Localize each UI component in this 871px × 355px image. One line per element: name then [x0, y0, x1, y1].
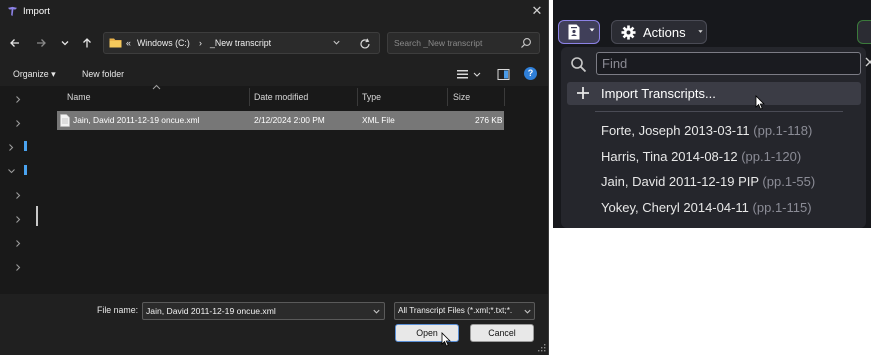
address-bar[interactable]: « Windows (C:) › _New transcript [103, 32, 380, 54]
mouse-cursor-icon [755, 95, 765, 110]
file-type-value: All Transcript Files (*.xml;*.txt;*. [398, 306, 513, 315]
file-type-select[interactable]: All Transcript Files (*.xml;*.txt;*. [394, 302, 535, 320]
nav-expand-chevron-icon[interactable] [14, 239, 22, 248]
screenshot: Import ✕ « Windows (C:) › _New transcrip… [0, 0, 871, 355]
address-folder[interactable]: _New transcript [210, 38, 271, 48]
transcript-item[interactable]: Harris, Tina 2014-08-12 (pp.1-120) [601, 149, 801, 164]
close-icon[interactable]: ✕ [529, 3, 545, 19]
column-header-type[interactable]: Type [362, 92, 381, 102]
app-logo-icon [7, 6, 18, 17]
mouse-cursor-icon [441, 332, 451, 347]
drive-icon [24, 141, 27, 151]
document-menu-button[interactable] [558, 20, 600, 44]
help-icon[interactable]: ? [524, 67, 537, 80]
nav-expand-chevron-icon[interactable] [14, 95, 22, 104]
nav-expand-chevron-icon[interactable] [14, 215, 22, 224]
column-divider[interactable] [249, 88, 250, 106]
import-transcripts-label: Import Transcripts... [601, 86, 716, 101]
search-placeholder: Search _New transcript [394, 38, 483, 48]
dialog-footer: File name: Jain, David 2011-12-19 oncue.… [0, 294, 548, 355]
column-divider[interactable] [447, 88, 448, 106]
transcript-name: Harris, Tina 2014-08-12 [601, 149, 738, 164]
column-divider[interactable] [357, 88, 358, 106]
transcript-pages: (pp.1-115) [752, 200, 812, 215]
folder-icon [109, 38, 122, 48]
drive-icon [24, 165, 27, 175]
transcript-item[interactable]: Jain, David 2011-12-19 PIP (pp.1-55) [601, 174, 815, 189]
sort-ascending-icon [152, 84, 161, 92]
transcript-name: Forte, Joseph 2013-03-11 [601, 123, 750, 138]
file-size: 276 KB [475, 115, 503, 125]
transcript-name: Yokey, Cheryl 2014-04-11 [601, 200, 749, 215]
file-name: Jain, David 2011-12-19 oncue.xml [73, 115, 200, 125]
title-bar: Import ✕ [0, 0, 548, 24]
recent-locations-chevron-icon[interactable] [56, 34, 74, 52]
preview-pane-icon[interactable] [497, 68, 510, 81]
back-arrow-icon[interactable] [6, 34, 24, 52]
cancel-button[interactable]: Cancel [470, 324, 534, 342]
up-arrow-icon[interactable] [78, 34, 96, 52]
actions-button[interactable]: Actions [611, 20, 707, 44]
column-header-name[interactable]: Name [67, 92, 90, 102]
search-icon [571, 57, 587, 73]
address-separator: › [199, 38, 202, 48]
organize-menu[interactable]: Organize ▾ [13, 69, 56, 80]
nav-expand-chevron-icon[interactable] [14, 191, 22, 200]
transcript-item[interactable]: Forte, Joseph 2013-03-11 (pp.1-118) [601, 123, 812, 138]
view-options-icon[interactable] [456, 68, 482, 81]
file-type: XML File [362, 115, 395, 125]
command-bar: Organize ▾ New folder ? [0, 62, 548, 86]
new-folder-button[interactable]: New folder [82, 69, 124, 79]
import-transcripts-item[interactable]: Import Transcripts... [567, 82, 861, 105]
column-header-size[interactable]: Size [453, 92, 470, 102]
file-name-input[interactable]: Jain, David 2011-12-19 oncue.xml [142, 302, 385, 320]
search-box[interactable]: Search _New transcript [387, 32, 540, 54]
file-date: 2/12/2024 2:00 PM [254, 115, 325, 125]
nav-expand-chevron-icon[interactable] [14, 263, 22, 272]
transcript-pages: (pp.1-118) [753, 123, 813, 138]
menu-divider [595, 111, 843, 112]
actions-label: Actions [643, 25, 686, 40]
transcript-pages: (pp.1-120) [741, 149, 802, 164]
navigation-pane [0, 86, 44, 294]
xml-file-icon [60, 114, 70, 127]
find-placeholder: Find [602, 56, 628, 71]
column-divider[interactable] [504, 88, 505, 106]
actions-dropdown-menu: Find Import Transcripts... Forte, Joseph… [561, 47, 871, 228]
search-icon[interactable] [520, 37, 532, 49]
address-overflow[interactable]: « [126, 38, 131, 48]
gear-icon [621, 25, 636, 40]
close-icon[interactable] [865, 57, 871, 67]
nav-expand-chevron-icon[interactable] [14, 119, 22, 128]
dialog-title: Import [23, 6, 50, 17]
address-history-chevron-icon[interactable] [332, 38, 341, 47]
column-header-date[interactable]: Date modified [254, 92, 308, 102]
file-row[interactable]: Jain, David 2011-12-19 oncue.xml 2/12/20… [57, 111, 504, 130]
chevron-down-icon [698, 30, 703, 33]
file-type-chevron-icon[interactable] [523, 307, 532, 316]
plus-icon [577, 87, 589, 99]
column-headers: Name Date modified Type Size [44, 84, 548, 108]
address-drive[interactable]: Windows (C:) [137, 38, 190, 48]
file-name-history-chevron-icon[interactable] [372, 307, 381, 316]
import-dialog: Import ✕ « Windows (C:) › _New transcrip… [0, 0, 549, 355]
resize-grip-icon[interactable] [538, 344, 546, 352]
transcript-pages: (pp.1-55) [762, 174, 816, 189]
transcript-item[interactable]: Yokey, Cheryl 2014-04-11 (pp.1-115) [601, 200, 812, 215]
navigation-bar: « Windows (C:) › _New transcript Search … [0, 24, 548, 62]
chevron-down-icon [589, 28, 595, 32]
file-name-value: Jain, David 2011-12-19 oncue.xml [146, 306, 276, 316]
document-icon [568, 24, 580, 40]
nav-pane-scrollbar[interactable] [36, 206, 38, 226]
transcript-name: Jain, David 2011-12-19 PIP [601, 174, 759, 189]
refresh-icon[interactable] [358, 37, 372, 51]
toolbar-button-partial[interactable] [857, 20, 871, 44]
find-input[interactable]: Find [596, 52, 861, 75]
nav-collapse-chevron-icon[interactable] [7, 167, 16, 175]
nav-expand-chevron-icon[interactable] [7, 143, 15, 152]
forward-arrow-icon[interactable] [32, 34, 50, 52]
transcripts-panel: Actions Find Import Transcripts... Forte… [553, 0, 871, 228]
file-name-label: File name: [97, 305, 139, 315]
